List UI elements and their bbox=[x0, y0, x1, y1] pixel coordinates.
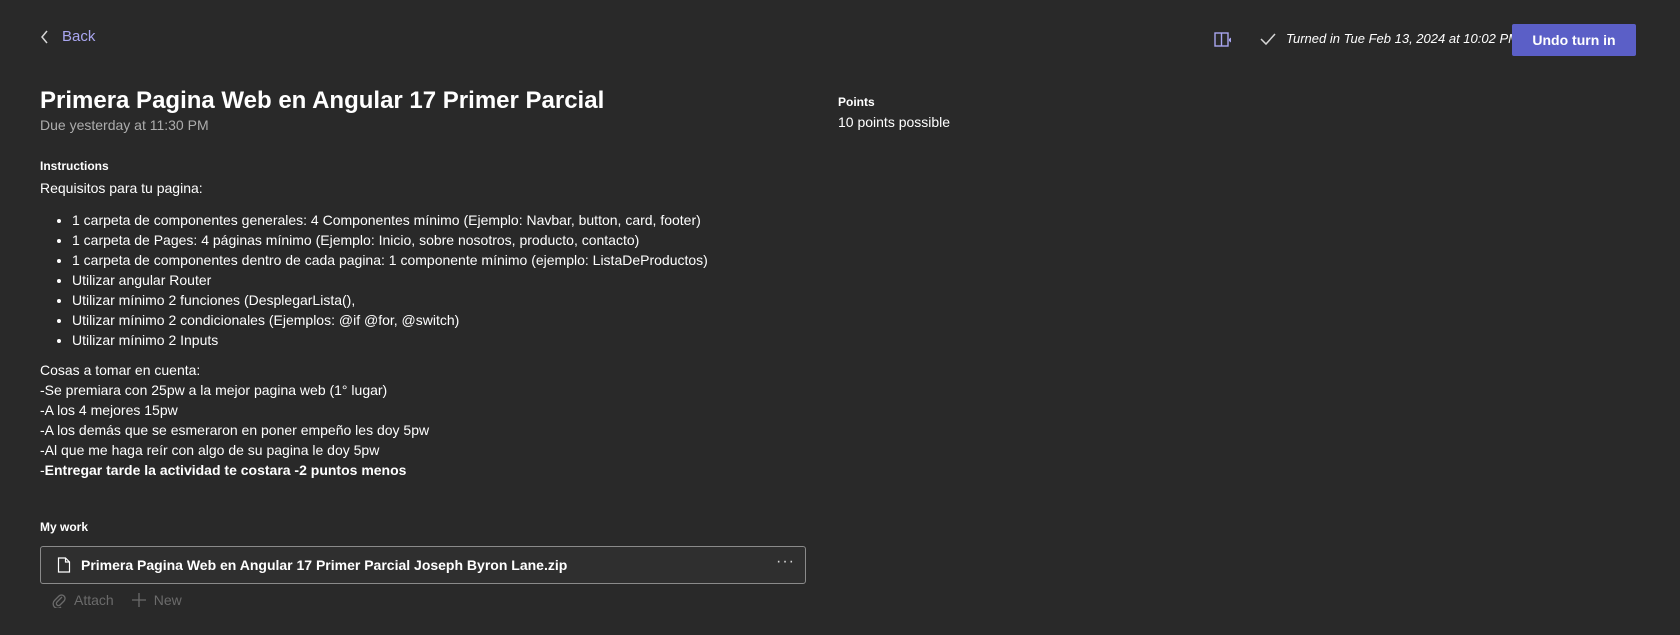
more-icon[interactable]: ··· bbox=[776, 553, 795, 571]
plus-icon bbox=[131, 593, 146, 607]
due-date: Due yesterday at 11:30 PM bbox=[40, 117, 209, 133]
list-item: 1 carpeta de componentes dentro de cada … bbox=[72, 250, 810, 270]
late-penalty-text: Entregar tarde la actividad te costara -… bbox=[44, 462, 407, 478]
my-work-label: My work bbox=[40, 520, 89, 534]
attach-button[interactable]: Attach bbox=[52, 592, 114, 608]
back-button[interactable]: Back bbox=[40, 28, 95, 45]
file-name: Primera Pagina Web en Angular 17 Primer … bbox=[81, 557, 568, 573]
new-button[interactable]: New bbox=[131, 592, 182, 608]
assignment-details: Primera Pagina Web en Angular 17 Primer … bbox=[40, 86, 810, 480]
note-line: -A los 4 mejores 15pw bbox=[40, 402, 178, 418]
file-icon bbox=[57, 557, 71, 573]
undo-turn-in-button[interactable]: Undo turn in bbox=[1512, 24, 1636, 56]
turned-in-text: Turned in Tue Feb 13, 2024 at 10:02 PM bbox=[1286, 31, 1519, 46]
attach-label: Attach bbox=[74, 592, 114, 608]
list-item: Utilizar mínimo 2 condicionales (Ejemplo… bbox=[72, 310, 810, 330]
notes-block: Cosas a tomar en cuenta: -Se premiara co… bbox=[40, 360, 810, 480]
points-label: Points bbox=[838, 95, 875, 109]
points-section: Points 10 points possible bbox=[838, 94, 950, 132]
chevron-left-icon bbox=[41, 30, 48, 43]
attached-file-card[interactable]: Primera Pagina Web en Angular 17 Primer … bbox=[40, 546, 806, 584]
late-penalty-note: -Entregar tarde la actividad te costara … bbox=[40, 460, 810, 480]
list-item: Utilizar angular Router bbox=[72, 270, 810, 290]
list-item: Utilizar mínimo 2 funciones (DesplegarLi… bbox=[72, 290, 810, 310]
note-line: Cosas a tomar en cuenta: bbox=[40, 362, 201, 378]
immersive-reader-icon[interactable] bbox=[1214, 30, 1234, 50]
instructions-label: Instructions bbox=[40, 159, 109, 173]
note-line: -A los demás que se esmeraron en poner e… bbox=[40, 422, 430, 438]
turned-in-status: Turned in Tue Feb 13, 2024 at 10:02 PM bbox=[1260, 31, 1519, 46]
work-actions: Attach New bbox=[52, 592, 200, 608]
note-line: -Al que me haga reír con algo de su pagi… bbox=[40, 442, 380, 458]
points-value: 10 points possible bbox=[838, 114, 951, 130]
instructions-intro: Requisitos para tu pagina: bbox=[40, 180, 203, 196]
requirements-list: 1 carpeta de componentes generales: 4 Co… bbox=[40, 210, 810, 350]
note-line: -Se premiara con 25pw a la mejor pagina … bbox=[40, 382, 388, 398]
list-item: 1 carpeta de componentes generales: 4 Co… bbox=[72, 210, 810, 230]
list-item: Utilizar mínimo 2 Inputs bbox=[72, 330, 810, 350]
back-label: Back bbox=[62, 28, 96, 45]
assignment-title: Primera Pagina Web en Angular 17 Primer … bbox=[40, 87, 605, 114]
new-label: New bbox=[153, 592, 182, 608]
top-bar: Back Turned in Tue Feb 13, 2024 at 10:02… bbox=[0, 0, 1680, 80]
paperclip-icon bbox=[52, 594, 66, 608]
checkmark-icon bbox=[1260, 32, 1276, 45]
list-item: 1 carpeta de Pages: 4 páginas mínimo (Ej… bbox=[72, 230, 810, 250]
